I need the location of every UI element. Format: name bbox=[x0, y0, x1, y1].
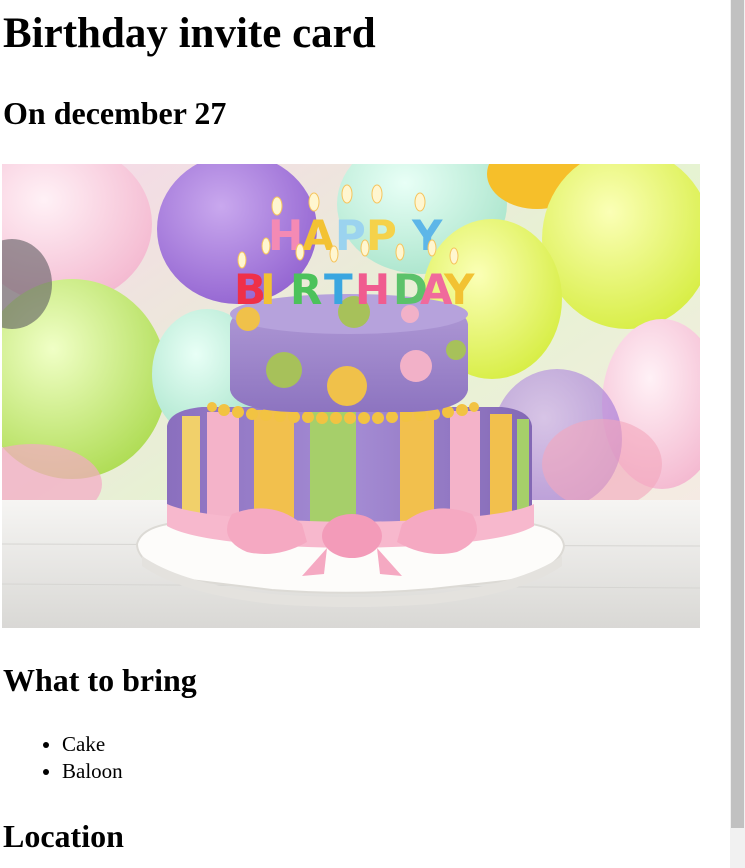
svg-text:T: T bbox=[324, 265, 353, 314]
date-heading: On december 27 bbox=[3, 95, 227, 131]
svg-text:P: P bbox=[335, 211, 366, 260]
svg-text:Y: Y bbox=[411, 211, 443, 260]
bring-heading: What to bring bbox=[3, 662, 197, 698]
svg-text:P: P bbox=[366, 211, 397, 260]
page-title: Birthday invite card bbox=[3, 10, 376, 57]
vertical-scrollbar[interactable] bbox=[730, 0, 745, 868]
svg-text:Y: Y bbox=[443, 265, 475, 314]
location-heading: Location bbox=[3, 818, 124, 854]
list-item: Cake bbox=[62, 731, 123, 758]
svg-text:R: R bbox=[290, 265, 322, 314]
birthday-cake-image: H A P P Y B I R T H D A Y bbox=[2, 164, 700, 628]
svg-text:H: H bbox=[355, 265, 390, 314]
page: Birthday invite card On december 27 H A … bbox=[0, 0, 730, 868]
svg-text:I: I bbox=[260, 265, 276, 314]
bring-list: Cake Baloon bbox=[0, 731, 123, 785]
list-item: Baloon bbox=[62, 758, 123, 785]
scrollbar-thumb[interactable] bbox=[731, 0, 744, 828]
